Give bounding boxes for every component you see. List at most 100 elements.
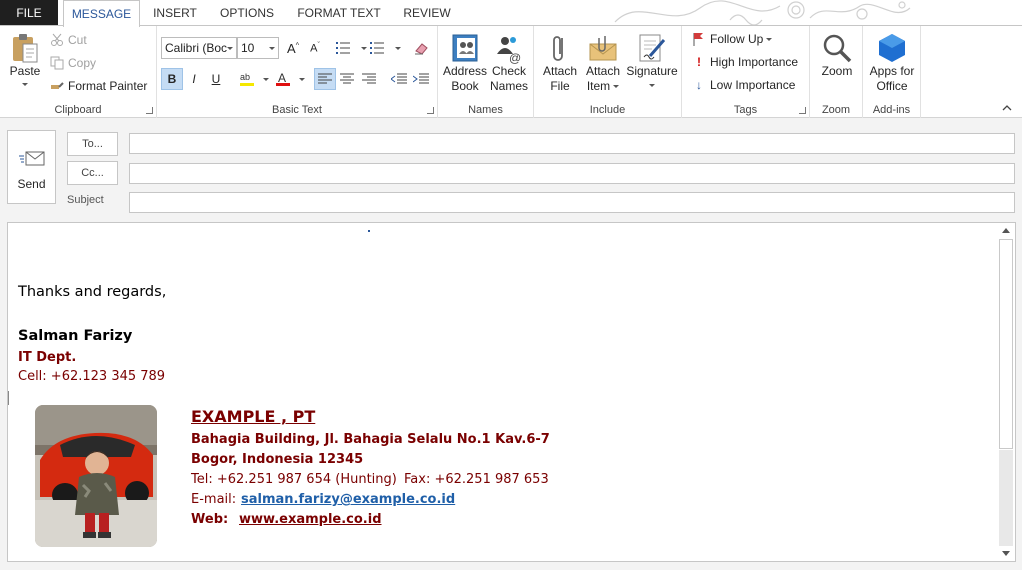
send-label: Send [17,177,46,191]
collapse-ribbon-icon[interactable] [1002,104,1012,112]
compose-header: Send To... Cc... Subject [0,118,1022,222]
attach-file-button[interactable]: Attach File [540,32,580,94]
tab-options[interactable]: OPTIONS [212,0,282,26]
basic-text-group: Calibri (Boc 10 A^ Aˇ B I U ab A Basic T… [157,26,438,118]
shrink-font-icon: Aˇ [310,41,320,55]
tab-message[interactable]: MESSAGE [63,0,140,27]
paste-label: Paste [9,64,41,78]
paste-dropdown-icon[interactable] [22,83,28,86]
follow-up-button[interactable]: Follow Up [692,32,773,46]
include-group: Attach File Attach Item Signature Includ… [534,26,682,118]
company-fax: Fax: +62.251 987 653 [404,472,549,487]
paintbrush-icon [51,82,64,89]
vertical-scrollbar[interactable] [998,224,1014,560]
greeting-text: Thanks and regards, [18,284,167,300]
font-color-button[interactable]: A [272,68,294,90]
highlighter-icon: ab [240,72,254,86]
align-left-button[interactable] [314,68,336,90]
message-body-editor[interactable]: Thanks and regards, Salman Farizy IT Dep… [7,222,1016,562]
increase-indent-button[interactable] [410,68,432,90]
subject-field[interactable] [129,192,1015,213]
underline-button[interactable]: U [205,68,227,90]
names-group: Address Book @ Check Names Names [438,26,534,118]
clipboard-group-label: Clipboard [54,104,102,116]
attach-item-icon [589,36,617,61]
align-right-icon [362,73,376,84]
bold-button[interactable]: B [161,68,183,90]
address-book-button[interactable]: Address Book [442,32,488,94]
tags-group: Follow Up ! High Importance ↓ Low Import… [682,26,810,118]
scroll-up-icon[interactable] [1002,228,1010,233]
tab-insert[interactable]: INSERT [146,0,204,26]
attach-item-label-2: Item [586,79,611,93]
apps-for-office-button[interactable]: Apps for Office [866,32,918,94]
text-cursor [8,391,9,405]
basic-text-dialog-launcher[interactable] [427,107,434,114]
highlight-button[interactable]: ab [236,68,258,90]
shrink-font-button[interactable]: Aˇ [304,37,326,59]
grow-font-icon: A^ [287,40,299,56]
clear-formatting-button[interactable] [410,37,432,59]
apps-label-2: Office [876,79,908,93]
photo-image [35,405,157,547]
align-center-icon [340,73,354,84]
cc-button[interactable]: Cc... [67,161,118,185]
send-button[interactable]: Send [7,130,56,204]
magnifier-icon [823,34,852,63]
tab-review[interactable]: REVIEW [398,0,456,26]
attach-item-button[interactable]: Attach Item [581,32,625,94]
company-address-1: Bahagia Building, Jl. Bahagia Selalu No.… [191,432,550,447]
to-button[interactable]: To... [67,132,118,156]
tab-format-text[interactable]: FORMAT TEXT [292,0,386,26]
font-size-value: 10 [241,41,255,55]
low-importance-button[interactable]: ↓ Low Importance [692,78,795,92]
font-size-combobox[interactable]: 10 [237,37,279,59]
bullets-button[interactable] [333,37,355,59]
web-link[interactable]: www.example.co.id [239,512,382,527]
cc-field[interactable] [129,163,1015,184]
cut-button[interactable]: Cut [50,33,87,47]
stray-dot [368,230,370,232]
high-importance-icon: ! [697,55,701,69]
decrease-indent-button[interactable] [388,68,410,90]
sender-name: Salman Farizy [18,328,133,344]
scroll-down-icon[interactable] [1002,551,1010,556]
paperclip-icon [553,36,563,61]
decrease-indent-icon [391,73,407,84]
format-painter-label: Format Painter [68,79,148,93]
scroll-thumb[interactable] [999,239,1013,449]
high-importance-button[interactable]: ! High Importance [692,55,798,69]
basic-text-group-label: Basic Text [272,104,322,116]
email-link[interactable]: salman.farizy@example.co.id [241,492,455,507]
signature-button[interactable]: Signature [625,32,679,87]
scroll-track[interactable] [999,450,1013,546]
paste-button[interactable]: Paste [6,32,44,86]
numbering-dropdown-icon[interactable] [395,47,401,50]
copy-icon [50,56,64,70]
tags-dialog-launcher[interactable] [799,107,806,114]
attach-item-label-2-wrap: Item [586,79,620,94]
zoom-button[interactable]: Zoom [816,32,858,79]
align-right-button[interactable] [358,68,380,90]
font-name-combobox[interactable]: Calibri (Boc [161,37,237,59]
align-center-button[interactable] [336,68,358,90]
clipboard-dialog-launcher[interactable] [146,107,153,114]
numbering-button[interactable] [367,37,389,59]
ribbon: Paste Cut Copy Format Painter Clipboard … [0,26,1022,118]
check-names-label-1: Check [491,64,526,78]
grow-font-button[interactable]: A^ [282,37,304,59]
highlight-dropdown-icon[interactable] [263,78,269,81]
check-names-button[interactable]: @ Check Names [488,32,530,94]
high-importance-label: High Importance [710,55,799,69]
copy-button[interactable]: Copy [50,56,96,70]
company-name: EXAMPLE , PT [191,407,316,426]
to-field[interactable] [129,133,1015,154]
tab-file[interactable]: FILE [0,0,58,26]
sender-cell: Cell: +62.123 345 789 [18,369,166,384]
ribbon-tab-bar: FILE MESSAGE INSERT OPTIONS FORMAT TEXT … [0,0,1022,27]
italic-button[interactable]: I [183,68,205,90]
font-color-dropdown-icon[interactable] [299,78,305,81]
font-color-icon: A [276,71,290,86]
subject-label: Subject [67,194,104,206]
format-painter-button[interactable]: Format Painter [50,79,147,93]
